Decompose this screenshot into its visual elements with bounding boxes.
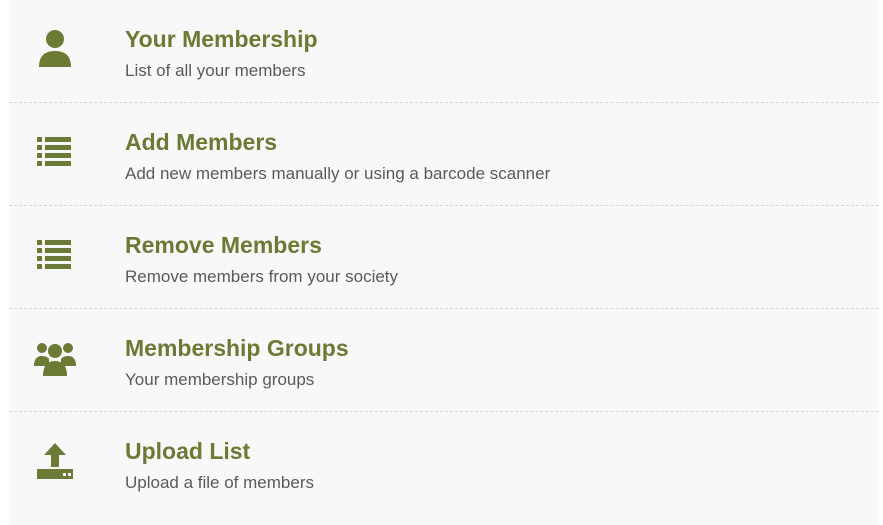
menu-item-membership-groups[interactable]: Membership Groups Your membership groups [9, 309, 879, 412]
menu-item-description: Upload a file of members [125, 473, 314, 492]
menu-item-title: Remove Members [125, 232, 322, 258]
menu-item-title: Add Members [125, 129, 278, 155]
list-icon [33, 130, 77, 174]
menu-item-description: Add new members manually or using a barc… [125, 164, 551, 183]
menu-item-upload-list[interactable]: Upload List Upload a file of members [9, 412, 879, 525]
menu-item-remove-members[interactable]: Remove Members Remove members from your … [9, 206, 879, 309]
menu-item-title: Upload List [125, 438, 251, 464]
menu-item-your-membership[interactable]: Your Membership List of all your members [9, 0, 879, 103]
users-group-icon [33, 336, 77, 380]
menu-item-description: List of all your members [125, 61, 306, 80]
menu-item-description: Remove members from your society [125, 267, 399, 286]
menu-item-title: Membership Groups [125, 335, 349, 361]
menu-item-title: Your Membership [125, 26, 318, 52]
list-icon [33, 233, 77, 277]
upload-icon [33, 439, 77, 483]
user-icon [33, 27, 77, 71]
menu-item-description: Your membership groups [125, 370, 315, 389]
membership-menu: Your Membership List of all your members… [9, 0, 879, 525]
menu-item-add-members[interactable]: Add Members Add new members manually or … [9, 103, 879, 206]
